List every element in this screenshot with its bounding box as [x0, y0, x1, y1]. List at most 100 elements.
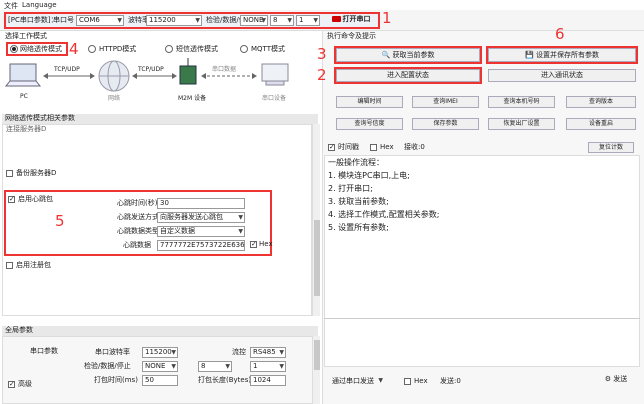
cmd-query-imei[interactable]: 查询IMEI [412, 96, 479, 108]
pack-len-input[interactable]: 1024 [250, 375, 286, 386]
mode-radio-sms[interactable] [165, 45, 173, 53]
log-divider [324, 318, 640, 319]
annotation-3: 3 [317, 45, 327, 63]
log-line: 2. 打开串口; [328, 184, 373, 193]
send-hex-label: Hex [414, 377, 428, 385]
diagram-tcp-1: TCP/UDP [54, 66, 80, 73]
port-select[interactable]: COM6 ▼ [76, 15, 124, 26]
heartbeat-time-input[interactable]: 30 [157, 198, 245, 209]
save-all-button[interactable]: 💾 设置并保存所有参数 [488, 48, 636, 62]
cmd-save-params[interactable]: 保存参数 [412, 118, 479, 130]
serial-params-frame: [PC串口参数]： 串口号 COM6 ▼ 波特率 115200 ▼ 检验/数据/停止… [4, 12, 380, 29]
server-d-label: 连接服务器D [6, 125, 47, 133]
menu-bar: 文件 Language [0, 0, 644, 10]
mode-label-network: 网络透传模式 [20, 45, 62, 53]
global-params-header: 全局参数 [2, 326, 318, 336]
heartbeat-enable-label: 启用心跳包 [18, 195, 53, 203]
mode-label-httpd: HTTPD模式 [99, 45, 137, 53]
annotation-4: 4 [69, 40, 79, 58]
cmd-query-signal[interactable]: 查询号信度 [336, 118, 403, 130]
search-icon: 🔍 [381, 51, 391, 59]
serial-device-icon [261, 63, 289, 86]
timestamp-checkbox[interactable]: ✓ [328, 144, 335, 151]
chevron-down-icon: ▼ [378, 377, 383, 384]
advanced-label: 高级 [18, 380, 32, 388]
mode-radio-httpd[interactable] [88, 45, 96, 53]
pack-time-label: 打包时间(ms) [94, 376, 138, 384]
cmd-edit-time[interactable]: 编辑时间 [336, 96, 403, 108]
heartbeat-hex-label: Hex [259, 240, 273, 248]
cmd-query-version[interactable]: 查询版本 [566, 96, 636, 108]
global-baud-select[interactable]: 115200 ▼ [142, 347, 178, 358]
scroll-thumb[interactable] [314, 220, 320, 296]
global-parity-label: 检验/数据/停止 [84, 362, 131, 370]
global-baud-label: 串口波特率 [95, 348, 130, 356]
diagram-pc: PC [20, 93, 28, 100]
menu-language[interactable]: Language [22, 1, 57, 9]
save-icon: 💾 [525, 51, 534, 59]
recv-count: 接收:0 [404, 143, 425, 151]
log-line: 4. 选择工作模式,配置相关参数; [328, 210, 440, 219]
port-label: 串口号 [53, 16, 74, 24]
heartbeat-data-input[interactable]: 7777772E7573722E636E [157, 240, 245, 251]
global-stopbits-select[interactable]: 1 ▼ [250, 361, 286, 372]
chevron-down-icon: ▼ [171, 363, 176, 370]
backup-server-checkbox[interactable] [6, 170, 13, 177]
chevron-down-icon: ▼ [261, 17, 266, 24]
mode-radio-mqtt[interactable] [240, 45, 248, 53]
pack-len-label: 打包长度(Bytes) [198, 376, 252, 384]
heartbeat-hex-checkbox[interactable]: ✓ [250, 241, 257, 248]
cmd-reboot[interactable]: 设备重启 [566, 118, 636, 130]
commands-header: 执行命令及提示 [327, 32, 376, 40]
global-databits-select[interactable]: 8 ▼ [198, 361, 232, 372]
log-line: 5. 设置所有参数; [328, 223, 389, 232]
log-line: 1. 模块连PC串口,上电; [328, 171, 410, 180]
net-params-scrollbar[interactable] [312, 124, 320, 316]
plug-icon [331, 16, 341, 22]
diagram-serial-device: 串口设备 [262, 95, 287, 102]
send-icon: ⚙ [604, 375, 612, 383]
globe-icon [98, 60, 130, 92]
chevron-down-icon: ▼ [279, 349, 284, 356]
databits-select[interactable]: 8 ▼ [270, 15, 294, 26]
scroll-thumb[interactable] [314, 340, 320, 370]
stopbits-select[interactable]: 1 ▼ [296, 15, 320, 26]
send-via-dropdown[interactable]: ▼ [372, 376, 384, 387]
get-params-button[interactable]: 🔍 获取当前参数 [336, 48, 480, 62]
heartbeat-mode-select[interactable]: 向服务器发送心跳包 ▼ [157, 212, 245, 223]
global-parity-select[interactable]: NONE ▼ [142, 361, 178, 372]
heartbeat-checkbox[interactable]: ✓ [8, 196, 15, 203]
heartbeat-type-select[interactable]: 自定义数据 ▼ [157, 226, 245, 237]
advanced-checkbox[interactable]: ✓ [8, 381, 15, 388]
diagram-network: 网络 [108, 95, 121, 102]
flow-select[interactable]: RS485 ▼ [250, 347, 286, 358]
baud-select[interactable]: 115200 ▼ [146, 15, 202, 26]
timestamp-label: 时间戳 [338, 143, 359, 151]
chevron-down-icon: ▼ [117, 17, 122, 24]
log-hex-checkbox[interactable] [370, 144, 377, 151]
annotation-5: 5 [55, 212, 65, 230]
mode-label-mqtt: MQTT模式 [251, 45, 285, 53]
reset-count-button[interactable]: 复位计数 [588, 142, 634, 153]
parity-select[interactable]: NONE ▼ [240, 15, 268, 26]
send-button[interactable]: ⚙ 发送 [596, 374, 636, 387]
serial-params-group: 串口参数 [30, 347, 58, 355]
register-label: 启用注册包 [16, 261, 51, 269]
cmd-factory-reset[interactable]: 恢复出厂设置 [488, 118, 555, 130]
cmd-query-number[interactable]: 查询本机号码 [488, 96, 555, 108]
diagram-serial-data: 串口数据 [212, 66, 237, 73]
enter-comm-button[interactable]: 进入通讯状态 [488, 69, 636, 82]
chevron-down-icon: ▼ [225, 363, 230, 370]
mode-radio-network[interactable] [10, 45, 18, 53]
heartbeat-mode-label: 心跳发送方式 [117, 213, 159, 221]
work-mode-header: 选择工作模式 [2, 32, 318, 42]
global-scrollbar[interactable] [312, 336, 320, 404]
annotation-2: 2 [317, 66, 327, 84]
enter-config-button[interactable]: 进入配置状态 [336, 69, 480, 82]
register-checkbox[interactable] [6, 262, 13, 269]
open-port-button[interactable]: 打开串口 [326, 15, 376, 26]
chevron-down-icon: ▼ [171, 349, 176, 356]
send-hex-checkbox[interactable] [404, 378, 411, 385]
pack-time-input[interactable]: 50 [142, 375, 178, 386]
diagram-m2m: M2M 设备 [178, 95, 207, 102]
